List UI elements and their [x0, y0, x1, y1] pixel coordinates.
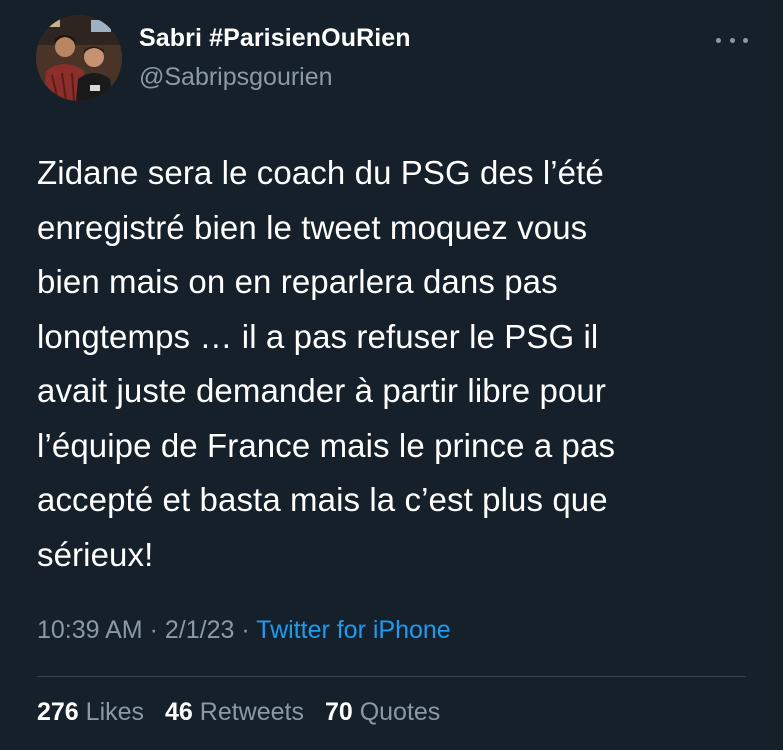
tweet-meta: 10:39 AM · 2/1/23 · Twitter for iPhone	[37, 616, 451, 645]
dot	[743, 37, 748, 43]
retweets-stat[interactable]: 46 Retweets	[165, 698, 304, 726]
tweet-source-link[interactable]: Twitter for iPhone	[256, 616, 451, 644]
profile-photo-icon	[36, 15, 122, 101]
dot	[729, 37, 735, 43]
tweet-date[interactable]: 2/1/23	[165, 616, 235, 644]
retweets-label: Retweets	[199, 698, 304, 726]
more-options-icon[interactable]	[716, 30, 748, 50]
tweet-text: Zidane sera le coach du PSG des l’été en…	[37, 154, 616, 573]
author-display-name[interactable]: Sabri #ParisienOuRien	[139, 24, 411, 53]
quotes-label: Quotes	[359, 698, 441, 726]
divider	[37, 676, 746, 677]
meta-separator: ·	[149, 616, 158, 644]
meta-separator: ·	[241, 616, 250, 644]
likes-stat[interactable]: 276 Likes	[37, 698, 144, 726]
tweet-stats: 276 Likes 46 Retweets 70 Quotes	[37, 698, 454, 727]
likes-count: 276	[37, 698, 79, 726]
tweet-card: Sabri #ParisienOuRien @Sabripsgourien Zi…	[0, 0, 783, 750]
dot	[716, 37, 721, 43]
avatar[interactable]	[36, 15, 122, 101]
likes-label: Likes	[85, 698, 145, 726]
author-handle[interactable]: @Sabripsgourien	[139, 63, 333, 92]
tweet-time[interactable]: 10:39 AM	[37, 616, 143, 644]
quotes-count: 70	[324, 698, 353, 726]
retweets-count: 46	[165, 698, 193, 726]
quotes-stat[interactable]: 70 Quotes	[325, 698, 440, 726]
